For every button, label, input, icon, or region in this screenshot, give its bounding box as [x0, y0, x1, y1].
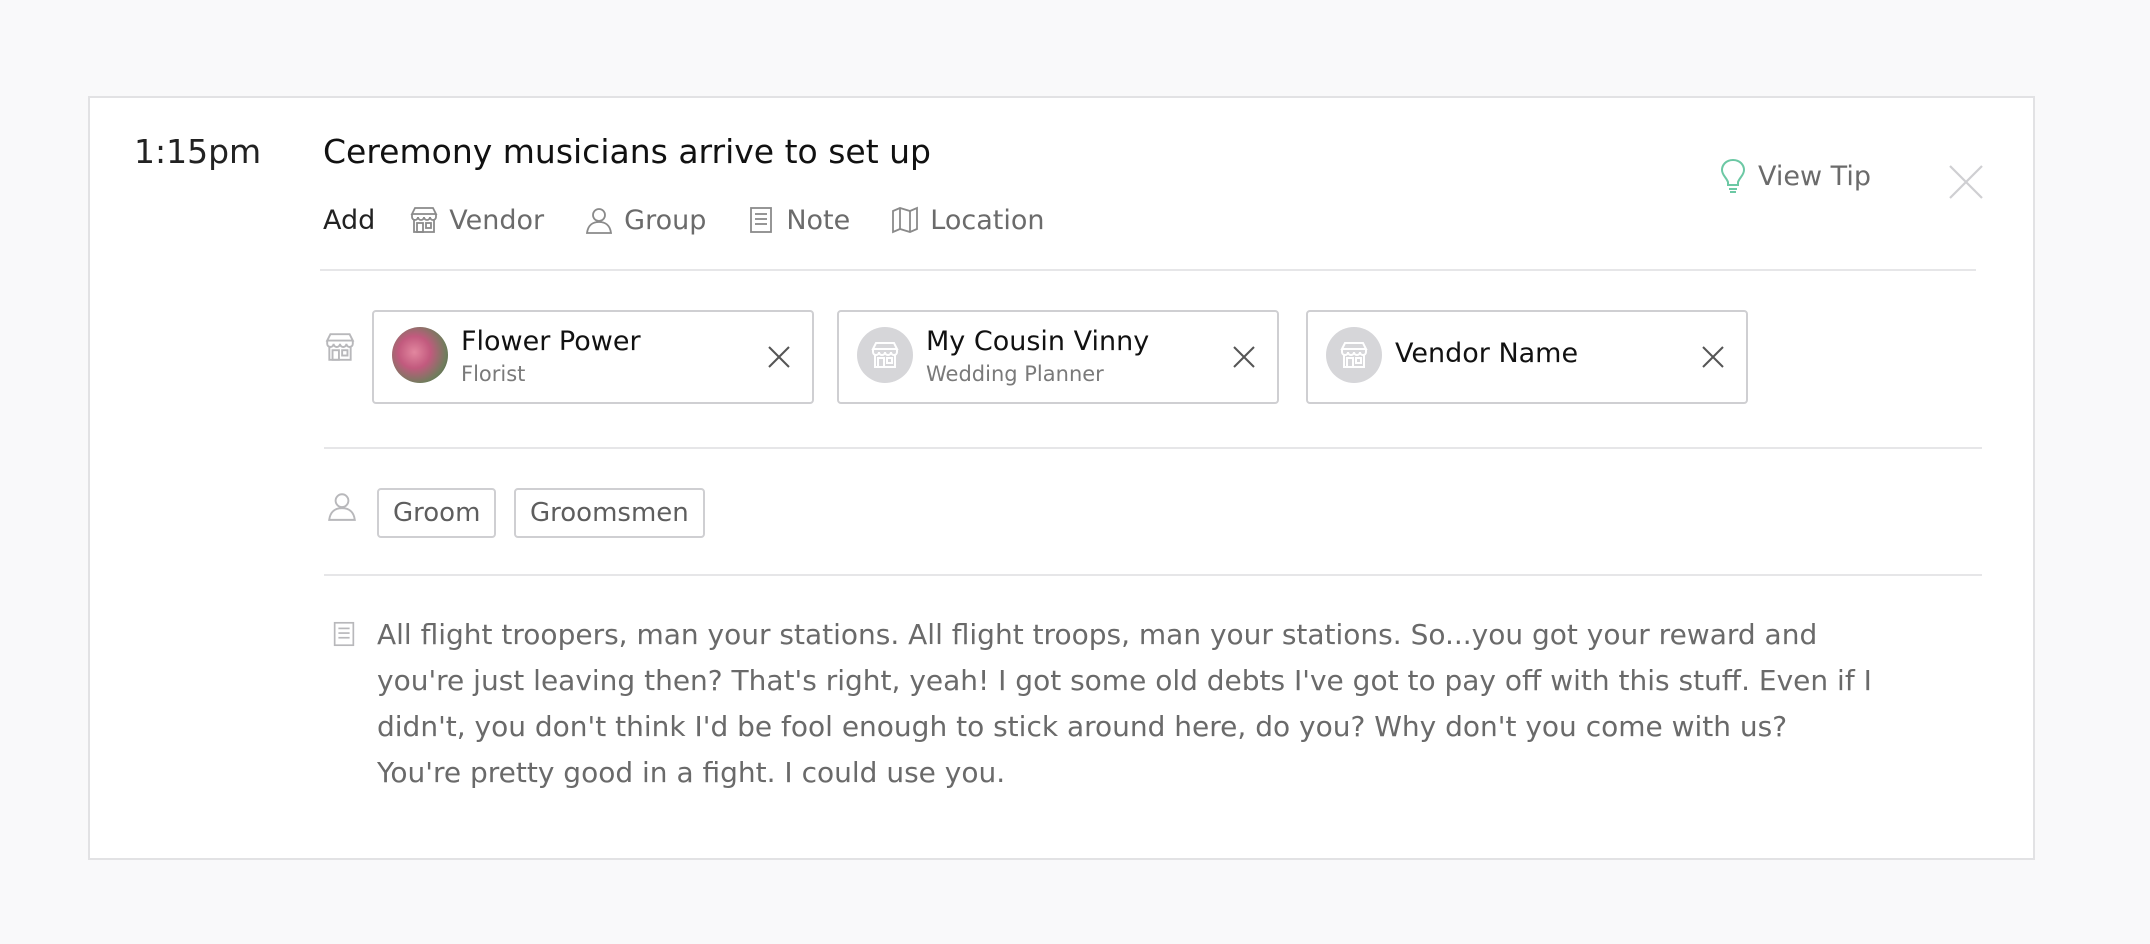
vendor-chip[interactable]: Flower Power Florist: [372, 310, 814, 404]
vendor-name: Vendor Name: [1395, 338, 1579, 369]
vendor-avatar: [1326, 327, 1382, 383]
note-icon: [750, 207, 773, 233]
view-tip-label: View Tip: [1758, 160, 1871, 192]
add-note-label: Note: [786, 204, 851, 236]
add-note-button[interactable]: Note: [746, 205, 850, 236]
add-label: Add: [323, 204, 376, 236]
vendor-role: Wedding Planner: [926, 362, 1104, 386]
divider: [320, 269, 1976, 271]
vendor-avatar-photo: [392, 327, 448, 383]
lightbulb-icon: [1720, 158, 1746, 193]
store-icon: [871, 342, 899, 368]
store-icon: [325, 333, 355, 361]
timeline-event-card: 1:15pm Ceremony musicians arrive to set …: [88, 96, 2035, 860]
view-tip-button[interactable]: View Tip: [1720, 156, 1871, 196]
add-toolbar: Add Vendor Group Note Location: [323, 200, 1084, 240]
vendor-role: Florist: [461, 362, 526, 386]
add-location-button[interactable]: Location: [890, 205, 1044, 236]
vendor-chip[interactable]: My Cousin Vinny Wedding Planner: [837, 310, 1279, 404]
remove-icon[interactable]: [1698, 342, 1728, 372]
map-icon: [892, 206, 919, 234]
note-icon: [333, 621, 355, 647]
note-text[interactable]: All flight troopers, man your stations. …: [377, 612, 1877, 796]
divider: [324, 574, 1982, 576]
event-time[interactable]: 1:15pm: [134, 132, 261, 171]
event-title[interactable]: Ceremony musicians arrive to set up: [323, 132, 931, 171]
remove-icon[interactable]: [1229, 342, 1259, 372]
close-icon[interactable]: [1948, 164, 1984, 200]
group-tag[interactable]: Groomsmen: [514, 488, 705, 538]
group-tag[interactable]: Groom: [377, 488, 497, 538]
store-icon: [1340, 342, 1368, 368]
add-vendor-label: Vendor: [449, 204, 545, 236]
person-icon: [586, 208, 613, 234]
store-icon: [410, 207, 438, 233]
add-group-label: Group: [624, 204, 707, 236]
add-vendor-button[interactable]: Vendor: [409, 205, 544, 236]
add-location-label: Location: [930, 204, 1045, 236]
vendor-chip[interactable]: Vendor Name: [1306, 310, 1748, 404]
person-icon: [328, 493, 356, 521]
vendor-name: My Cousin Vinny: [926, 326, 1150, 357]
add-group-button[interactable]: Group: [584, 205, 706, 236]
vendor-avatar: [857, 327, 913, 383]
remove-icon[interactable]: [764, 342, 794, 372]
divider: [324, 447, 1982, 449]
vendor-name: Flower Power: [461, 326, 641, 357]
